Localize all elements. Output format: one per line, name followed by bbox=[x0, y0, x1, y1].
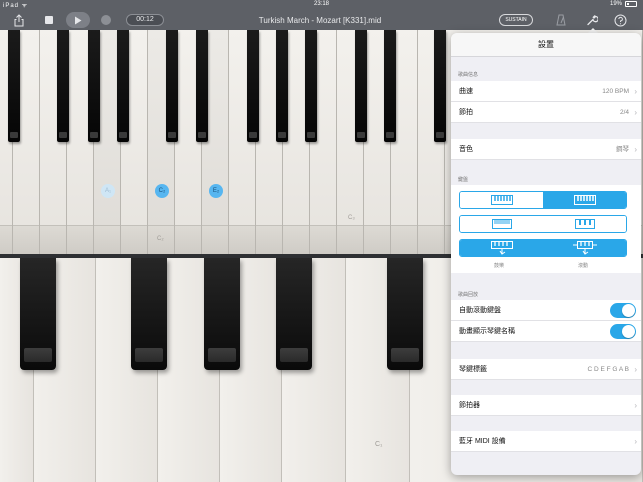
sustain-label: SUSTAIN bbox=[499, 14, 533, 26]
key-labels-row[interactable]: 琴鍵標籤 C D E F G A B › bbox=[451, 359, 641, 380]
sound-label: 音色 bbox=[459, 146, 473, 153]
black-key[interactable] bbox=[166, 30, 178, 142]
chevron-right-icon: › bbox=[634, 87, 637, 96]
beat-label: 節拍 bbox=[459, 109, 473, 116]
black-key[interactable] bbox=[117, 30, 129, 142]
clock: 23:18 bbox=[313, 1, 329, 7]
key-label: C₂ bbox=[157, 236, 164, 242]
sustain-button[interactable]: SUSTAIN bbox=[499, 10, 533, 30]
metronome-label: 節拍器 bbox=[459, 402, 480, 409]
record-icon bbox=[101, 15, 111, 25]
battery-indicator: 19% bbox=[610, 1, 637, 7]
key-label: C₁ bbox=[375, 441, 383, 448]
playback-time: 00:12 bbox=[126, 10, 164, 30]
black-key[interactable] bbox=[276, 258, 312, 370]
song-title: Turkish March - Mozart [K331].mid bbox=[258, 15, 382, 25]
black-key[interactable] bbox=[20, 258, 56, 370]
stop-button[interactable] bbox=[42, 10, 56, 30]
help-icon[interactable] bbox=[613, 10, 627, 30]
beat-value: 2/4 bbox=[619, 109, 629, 116]
bluetooth-midi-row[interactable]: 藍牙 MIDI 設備 › bbox=[451, 431, 641, 452]
bluetooth-midi-label: 藍牙 MIDI 設備 bbox=[459, 438, 506, 445]
playback-time-text: 00:12 bbox=[126, 14, 164, 26]
keyboard-options bbox=[451, 185, 641, 273]
black-key[interactable] bbox=[131, 258, 167, 370]
metronome-row[interactable]: 節拍器 › bbox=[451, 395, 641, 416]
tempo-value: 120 BPM bbox=[602, 88, 629, 95]
key-label: C₃ bbox=[348, 215, 355, 221]
keyboard-layout-segment[interactable] bbox=[459, 191, 627, 209]
small-keys-option[interactable] bbox=[460, 216, 543, 232]
black-key[interactable] bbox=[387, 258, 423, 370]
scroll-keyboard-icon bbox=[572, 241, 597, 255]
record-button[interactable] bbox=[100, 10, 112, 30]
double-keyboard-option[interactable] bbox=[543, 192, 626, 208]
settings-title: 設置 bbox=[451, 33, 641, 57]
chevron-right-icon: › bbox=[634, 108, 637, 117]
scroll-mode-option[interactable] bbox=[543, 240, 626, 256]
sound-row[interactable]: 音色 鋼琴 › bbox=[451, 139, 641, 160]
app-window: iPad ᯤ 23:18 19% 00:12 Turkish March - M… bbox=[0, 0, 643, 482]
keyboard-icon bbox=[574, 219, 595, 229]
beat-row[interactable]: 節拍 2/4 › bbox=[451, 102, 641, 123]
keyboard-icon bbox=[490, 195, 513, 205]
share-icon[interactable] bbox=[12, 10, 26, 30]
black-key[interactable] bbox=[434, 30, 446, 142]
metronome-icon[interactable] bbox=[555, 10, 567, 30]
black-key[interactable] bbox=[57, 30, 69, 142]
auto-scroll-label: 自動滾動鍵盤 bbox=[459, 307, 501, 314]
toolbar: 00:12 Turkish March - Mozart [K331].mid … bbox=[0, 10, 643, 30]
animate-names-toggle[interactable] bbox=[610, 324, 636, 339]
sound-value: 鋼琴 bbox=[616, 146, 629, 153]
play-icon bbox=[75, 16, 82, 24]
section-header-keyboard: 鍵盤 bbox=[458, 177, 469, 183]
drum-mode-option[interactable] bbox=[460, 240, 543, 256]
hand-keyboard-icon bbox=[490, 241, 513, 255]
battery-icon bbox=[625, 1, 637, 7]
stop-icon bbox=[45, 16, 53, 24]
tempo-label: 曲速 bbox=[459, 88, 473, 95]
black-key[interactable] bbox=[204, 258, 240, 370]
keyboard-icon bbox=[491, 219, 512, 229]
black-key[interactable] bbox=[305, 30, 317, 142]
black-key[interactable] bbox=[276, 30, 288, 142]
auto-scroll-row: 自動滾動鍵盤 bbox=[451, 300, 641, 321]
black-key[interactable] bbox=[8, 30, 20, 142]
status-bar: iPad ᯤ 23:18 19% bbox=[0, 0, 643, 10]
animate-names-row: 動畫顯示琴鍵名稱 bbox=[451, 321, 641, 342]
single-keyboard-option[interactable] bbox=[460, 192, 543, 208]
tempo-row[interactable]: 曲速 120 BPM › bbox=[451, 81, 641, 102]
auto-scroll-toggle[interactable] bbox=[610, 303, 636, 318]
drum-mode-caption: 鼓樂 bbox=[494, 263, 505, 269]
animate-names-label: 動畫顯示琴鍵名稱 bbox=[459, 328, 515, 335]
section-header-playback: 歌曲回放 bbox=[458, 292, 479, 298]
note-indicator: C₂ bbox=[155, 184, 169, 198]
large-keys-option[interactable] bbox=[543, 216, 626, 232]
black-key[interactable] bbox=[196, 30, 208, 142]
key-labels-value: C D E F G A B bbox=[587, 366, 629, 373]
chevron-right-icon: › bbox=[634, 437, 637, 446]
chevron-right-icon: › bbox=[634, 365, 637, 374]
scroll-mode-caption: 滾動 bbox=[578, 263, 589, 269]
section-header-song-info: 歌曲信息 bbox=[458, 72, 479, 78]
chevron-right-icon: › bbox=[634, 401, 637, 410]
keyboard-mode-segment[interactable] bbox=[459, 239, 627, 257]
key-labels-label: 琴鍵標籤 bbox=[459, 366, 487, 373]
settings-popover: 設置 歌曲信息 曲速 120 BPM › 節拍 2/4 › 音色 鋼琴 › 鍵盤 bbox=[451, 33, 641, 475]
keyboard-size-segment[interactable] bbox=[459, 215, 627, 233]
black-key[interactable] bbox=[355, 30, 367, 142]
battery-percent: 19% bbox=[609, 1, 622, 7]
play-button[interactable] bbox=[66, 10, 90, 30]
wrench-icon[interactable] bbox=[585, 10, 599, 30]
note-indicator: A₁ bbox=[101, 184, 115, 198]
note-indicator: E₂ bbox=[209, 184, 223, 198]
black-key[interactable] bbox=[384, 30, 396, 142]
black-key[interactable] bbox=[247, 30, 259, 142]
keyboard-icon bbox=[573, 195, 596, 205]
black-key[interactable] bbox=[88, 30, 100, 142]
chevron-right-icon: › bbox=[634, 145, 637, 154]
